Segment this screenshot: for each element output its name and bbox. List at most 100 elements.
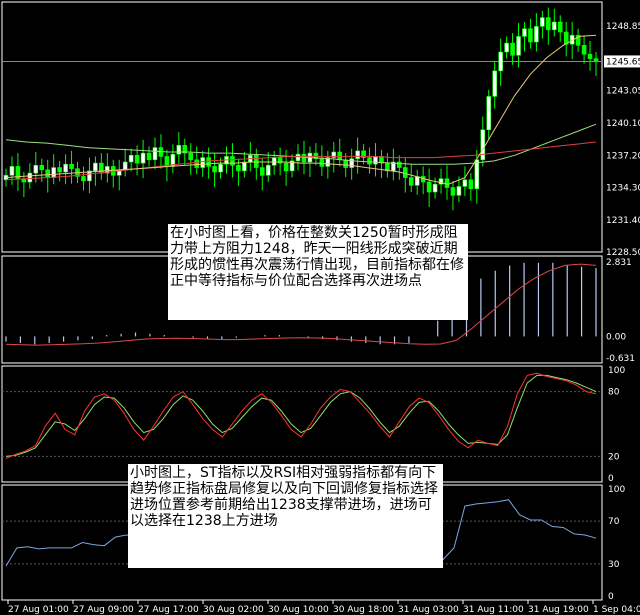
candle-body: [373, 156, 378, 165]
candle-body: [218, 163, 223, 173]
price-y-tick: 1237.20: [606, 151, 640, 161]
stoch-y-tick: 80: [608, 388, 620, 398]
stoch-signal-line: [5, 374, 597, 457]
candle-body: [504, 42, 509, 53]
rsi-y-tick: 100: [608, 485, 625, 495]
candle-body: [39, 165, 45, 171]
candle-body: [522, 28, 527, 37]
candle-body: [462, 179, 468, 187]
rsi-y-tick: 30: [608, 560, 620, 570]
rsi-y-tick: 70: [608, 517, 620, 527]
x-tick-label: 31 Aug 19:00: [528, 605, 589, 615]
price-y-tick: 1234.30: [606, 184, 640, 194]
candle-body: [587, 53, 593, 59]
candle-body: [319, 158, 325, 167]
candle-body: [355, 150, 360, 159]
x-tick-label: 27 Aug 09:00: [73, 605, 134, 615]
candle-body: [254, 155, 259, 168]
x-tick-label: 31 Aug 11:00: [463, 605, 524, 615]
price-y-tick: 1243.05: [606, 86, 640, 96]
candle-body: [414, 176, 420, 186]
x-tick-label: 30 Aug 10:00: [268, 605, 329, 615]
candle-body: [516, 36, 521, 56]
candle-body: [128, 155, 134, 163]
candle-body: [194, 159, 200, 168]
candle-body: [450, 187, 456, 196]
candle-body: [456, 186, 462, 196]
candle-body: [498, 51, 503, 72]
price-y-tick: 1248.85: [606, 22, 640, 32]
candle-body: [534, 26, 539, 43]
x-tick-label: 30 Aug 18:00: [333, 605, 394, 615]
candle-body: [492, 70, 497, 97]
candle-body: [557, 21, 563, 33]
ma-medium-line: [5, 123, 597, 165]
candle-body: [140, 152, 146, 164]
candle-body: [33, 165, 39, 174]
candle-body: [57, 167, 62, 173]
price-panel-frame: [1, 1, 603, 253]
stoch-y-tick: 0: [608, 474, 614, 484]
price-y-tick: 1231.40: [606, 216, 640, 226]
annotation-note-2: 小时图上，ST指标以及RSI相对强弱指标都有向下趋势修正指标盘局修复以及向下回调…: [128, 464, 443, 568]
candle-body: [188, 152, 194, 161]
x-tick-label: 1 Sep 04:00: [593, 605, 640, 615]
macd-y-tick: 0.00: [606, 332, 626, 342]
candle-body: [546, 17, 551, 31]
candle-body: [259, 167, 265, 176]
candle-body: [206, 157, 211, 167]
annotation-note-1: 在小时图上看，价格在整数关1250暂时形成阻力带上方阻力1248，昨天一阳线形成…: [168, 224, 468, 320]
x-tick-label: 31 Aug 03:00: [398, 605, 459, 615]
stoch-y-tick: 100: [608, 366, 625, 376]
candle-body: [242, 161, 247, 172]
candle-body: [265, 165, 271, 176]
candle-body: [230, 156, 235, 166]
candle-body: [27, 172, 33, 183]
stoch-main-line: [5, 372, 597, 460]
candle-body: [9, 166, 15, 176]
candle-body: [349, 158, 354, 168]
candle-body: [212, 166, 217, 173]
candle-body: [480, 129, 486, 161]
candle-body: [51, 167, 56, 178]
price-y-tick: 1228.50: [606, 248, 640, 258]
candle-body: [510, 42, 515, 56]
candle-body: [63, 163, 68, 173]
candle-body: [146, 152, 152, 161]
rsi-y-tick: 0: [608, 592, 614, 602]
candle-body: [122, 161, 128, 171]
candle-body: [397, 161, 402, 168]
candle-body: [426, 181, 432, 193]
candle-body: [551, 21, 557, 31]
candle-body: [81, 176, 86, 182]
candle-body: [337, 151, 343, 161]
candle-body: [283, 162, 289, 172]
candle-body: [200, 157, 205, 168]
candle-body: [236, 165, 241, 172]
candle-body: [581, 45, 587, 55]
candle-body: [593, 58, 599, 62]
price-y-tick: 1240.10: [606, 119, 640, 129]
macd-y-tick: 2.831: [606, 258, 632, 268]
candle-body: [528, 28, 533, 43]
ma-fast-line: [5, 34, 597, 185]
macd-y-tick: -0.631: [606, 354, 635, 364]
candle-body: [45, 169, 51, 178]
candle-body: [408, 177, 414, 186]
candle-body: [93, 162, 98, 172]
candle-body: [468, 179, 474, 189]
current-price-label: 1245.65: [606, 57, 640, 67]
candle-body: [474, 159, 480, 189]
candle-body: [367, 157, 372, 165]
candle-body: [301, 153, 307, 163]
candle-body: [134, 155, 140, 164]
candle-body: [486, 96, 492, 131]
candle-body: [295, 153, 301, 162]
x-tick-label: 27 Aug 01:00: [8, 605, 69, 615]
candle-body: [271, 157, 277, 166]
candle-body: [432, 183, 438, 193]
candle-body: [69, 163, 74, 169]
candle-body: [540, 17, 545, 27]
stoch-y-tick: 20: [608, 452, 620, 462]
x-tick-label: 27 Aug 17:00: [138, 605, 199, 615]
